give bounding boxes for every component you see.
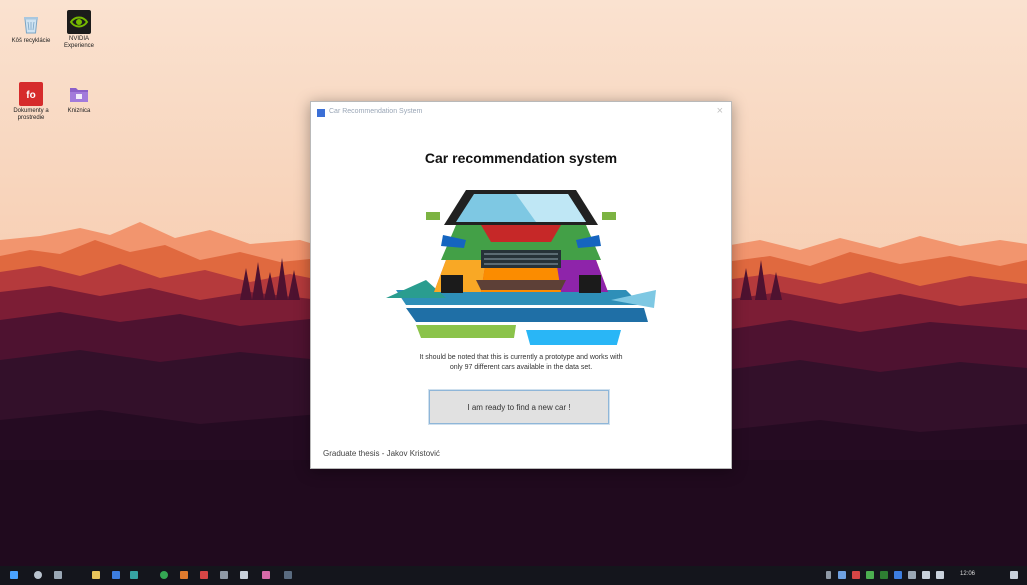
desktop-icon-foxit-reader[interactable]: fo Dokumenty a prostredie <box>8 82 54 122</box>
app-icon-red[interactable] <box>200 571 208 579</box>
volume-icon[interactable] <box>936 571 944 579</box>
desktop-icon-label: NVIDIA Experience <box>63 36 95 49</box>
note-line: It should be noted that this is currentl… <box>419 354 623 361</box>
windows-start-icon[interactable] <box>10 571 18 579</box>
page-title: Car recommendation system <box>424 150 618 166</box>
desktop-icon-label: Kniznica <box>67 108 91 114</box>
chrome-icon[interactable] <box>160 571 168 579</box>
find-car-button[interactable]: I am ready to find a new car ! <box>428 389 610 425</box>
tray-app-icon-4[interactable] <box>880 571 888 579</box>
desktop-icon-label: Dokumenty a prostredie <box>13 108 49 121</box>
app-icon-teal[interactable] <box>130 571 138 579</box>
desktop-icon-recycle-bin[interactable]: Kôš recyklácie <box>8 12 54 45</box>
window-title: Car Recommendation System <box>329 108 423 115</box>
app-icon-orange[interactable] <box>180 571 188 579</box>
tray-app-icon-5[interactable] <box>894 571 902 579</box>
notifications-icon[interactable] <box>1010 571 1018 579</box>
desktop-icon-nvidia[interactable]: NVIDIA Experience <box>56 10 102 50</box>
prototype-note: It should be noted that this is currentl… <box>366 353 676 373</box>
note-line: only 97 different cars available in the … <box>449 364 593 371</box>
taskbar: 12:06 <box>0 566 1027 585</box>
network-icon[interactable] <box>922 571 930 579</box>
tray-app-icon-2[interactable] <box>852 571 860 579</box>
app-window: Car Recommendation System × Car recommen… <box>310 101 732 469</box>
app-icon <box>317 109 325 117</box>
app-icon-light[interactable] <box>240 571 248 579</box>
foxit-reader-icon: fo <box>19 82 43 106</box>
app-icon-pink[interactable] <box>262 571 270 579</box>
svg-text:fo: fo <box>26 90 35 101</box>
app-icon-grey[interactable] <box>220 571 228 579</box>
desktop-icon-label: Kôš recyklácie <box>11 38 51 44</box>
tray-app-icon-3[interactable] <box>866 571 874 579</box>
app-icon-dark[interactable] <box>284 571 292 579</box>
thesis-credit: Graduate thesis - Jakov Kristović <box>323 449 440 458</box>
app-icon-blue[interactable] <box>112 571 120 579</box>
nvidia-icon <box>67 10 91 34</box>
search-icon[interactable] <box>34 571 42 579</box>
close-button[interactable]: × <box>717 105 723 117</box>
tray-app-icon-6[interactable] <box>908 571 916 579</box>
desktop-icon-folder[interactable]: Kniznica <box>56 82 102 115</box>
task-view-icon[interactable] <box>54 571 62 579</box>
tray-chevron-icon[interactable] <box>826 571 831 579</box>
clock[interactable]: 12:06 <box>960 571 975 577</box>
file-explorer-icon[interactable] <box>92 571 100 579</box>
desktop-screen: Kôš recyklácie NVIDIA Experience fo Doku… <box>0 0 1027 585</box>
car-illustration <box>386 190 656 345</box>
recycle-bin-icon <box>19 12 43 36</box>
folder-icon <box>67 82 91 106</box>
tray-app-icon-1[interactable] <box>838 571 846 579</box>
window-title-bar[interactable]: Car Recommendation System × <box>311 102 731 124</box>
